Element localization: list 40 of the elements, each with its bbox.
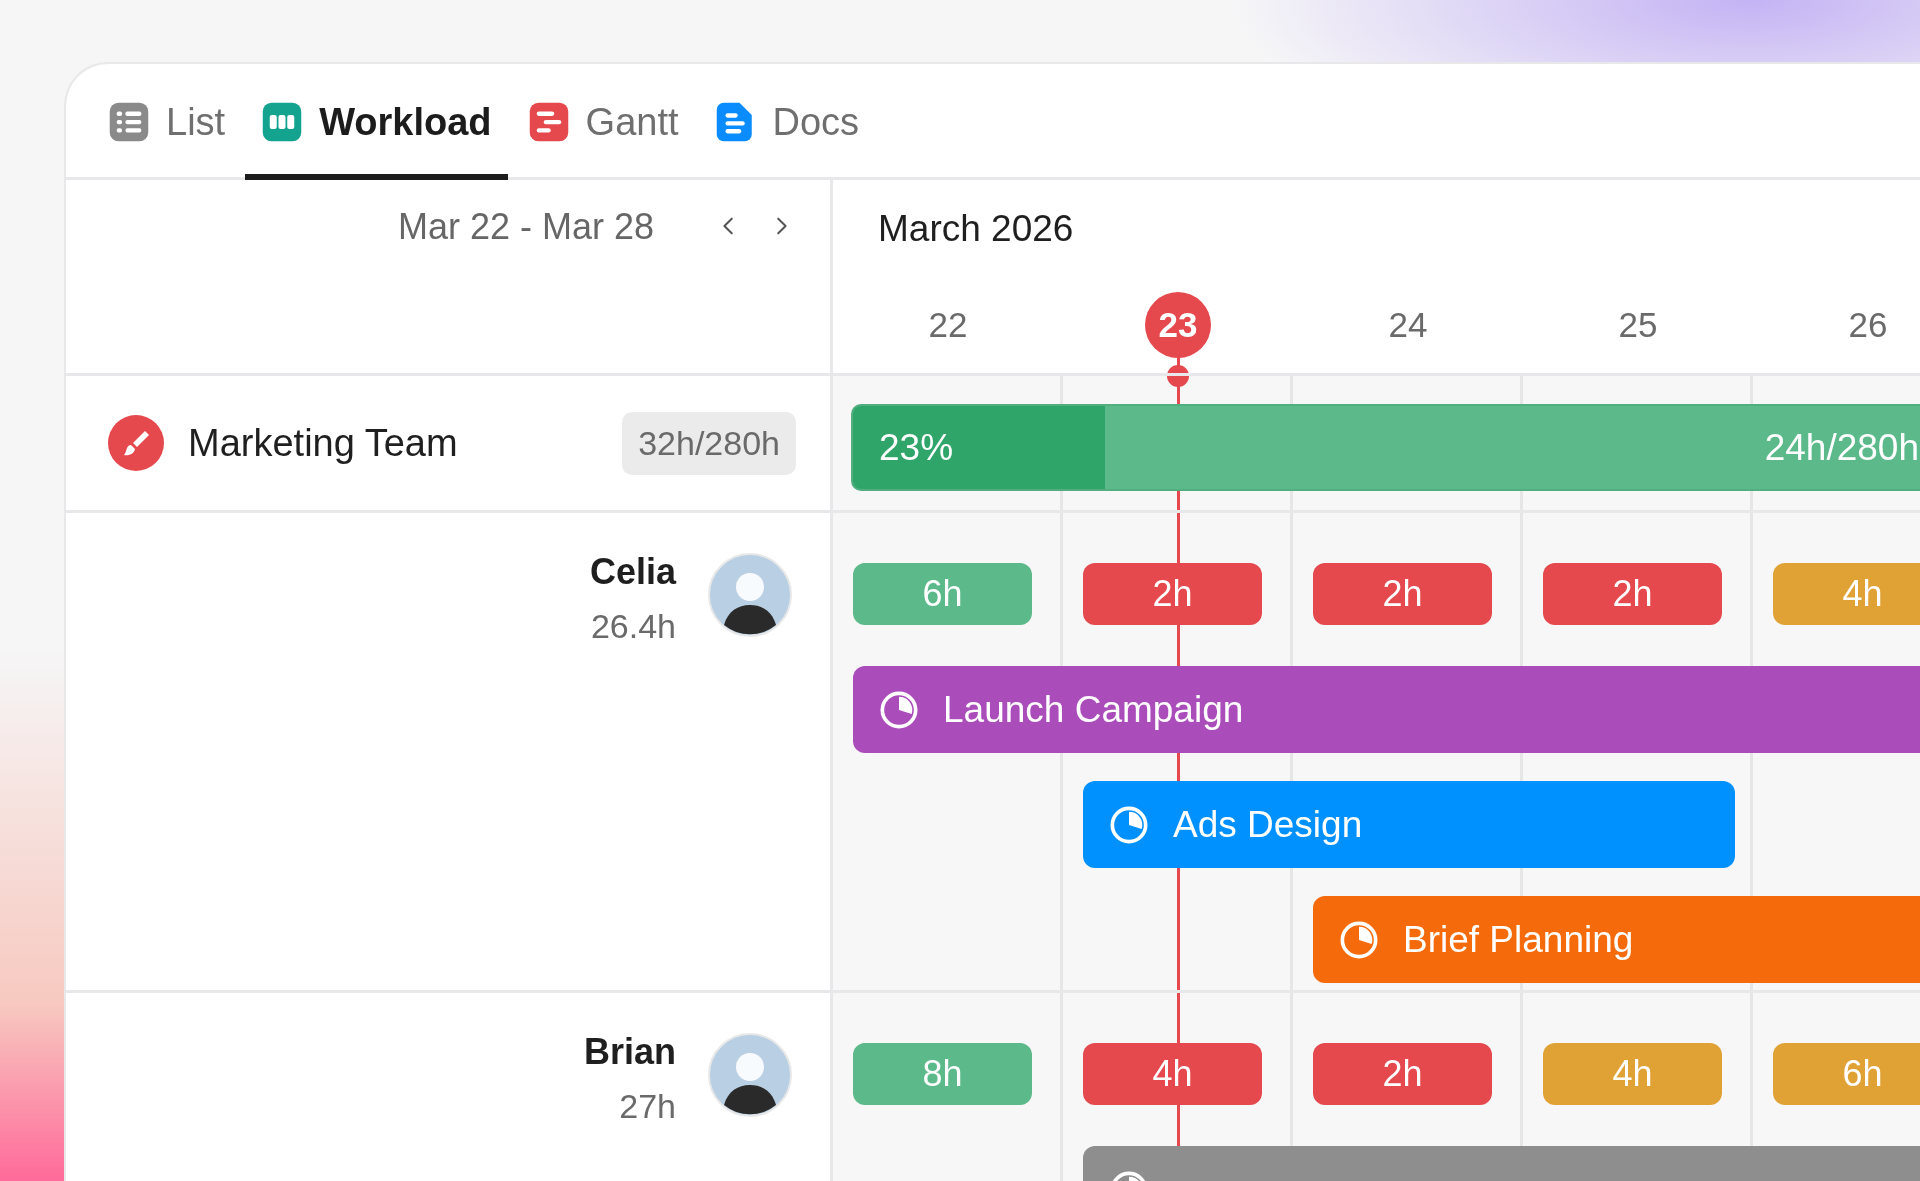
view-tab[interactable]: List	[92, 64, 242, 180]
view-tab[interactable]: Workload	[245, 64, 508, 180]
progress-icon	[1339, 919, 1379, 960]
columns-icon	[261, 101, 304, 143]
today-date: 23	[1145, 292, 1211, 358]
list-icon	[108, 101, 150, 143]
hours-chip: 6h	[1773, 1043, 1920, 1105]
hours-chip: 6h	[853, 563, 1032, 625]
task-label: Ads Design	[1173, 803, 1363, 846]
hours-chip: 2h	[1543, 563, 1722, 625]
hours-chip: 4h	[1773, 563, 1920, 625]
day-label: 26	[1847, 304, 1889, 346]
person-hours: 27h	[619, 1087, 676, 1126]
view-tab[interactable]: Docs	[698, 64, 876, 180]
date-range: Mar 22 - Mar 28	[397, 206, 654, 248]
brush-icon	[108, 415, 164, 471]
hours-chip: 4h	[1083, 1043, 1262, 1105]
gantt-icon	[527, 101, 570, 143]
task-label: Launch Campaign	[943, 688, 1244, 731]
team-name: Marketing Team	[188, 421, 459, 465]
person-hours: 26.4h	[590, 607, 676, 646]
hours-chip: 8h	[853, 1043, 1032, 1105]
month-title: March 2026	[878, 208, 1075, 250]
day-label: 24	[1387, 304, 1429, 346]
progress-icon	[879, 689, 919, 730]
team-hours-badge: 32h/280h	[622, 411, 796, 475]
day-label: 25	[1617, 304, 1659, 346]
person-name: Brian	[583, 1031, 676, 1073]
task-label: Brief Planning	[1403, 918, 1634, 961]
hours-chip: 2h	[1083, 563, 1262, 625]
task-bar-segment[interactable]	[853, 666, 1063, 753]
hours-chip: 2h	[1313, 563, 1492, 625]
day-label: 22	[927, 304, 969, 346]
person-name: Celia	[589, 551, 676, 593]
capacity-percent: 23%	[879, 426, 954, 469]
hours-chip: 2h	[1313, 1043, 1492, 1105]
hours-chip: 4h	[1543, 1043, 1722, 1105]
capacity-hours: 24h/280h	[1764, 426, 1919, 469]
progress-icon	[1109, 804, 1149, 845]
view-tab[interactable]: Gantt	[511, 64, 695, 180]
